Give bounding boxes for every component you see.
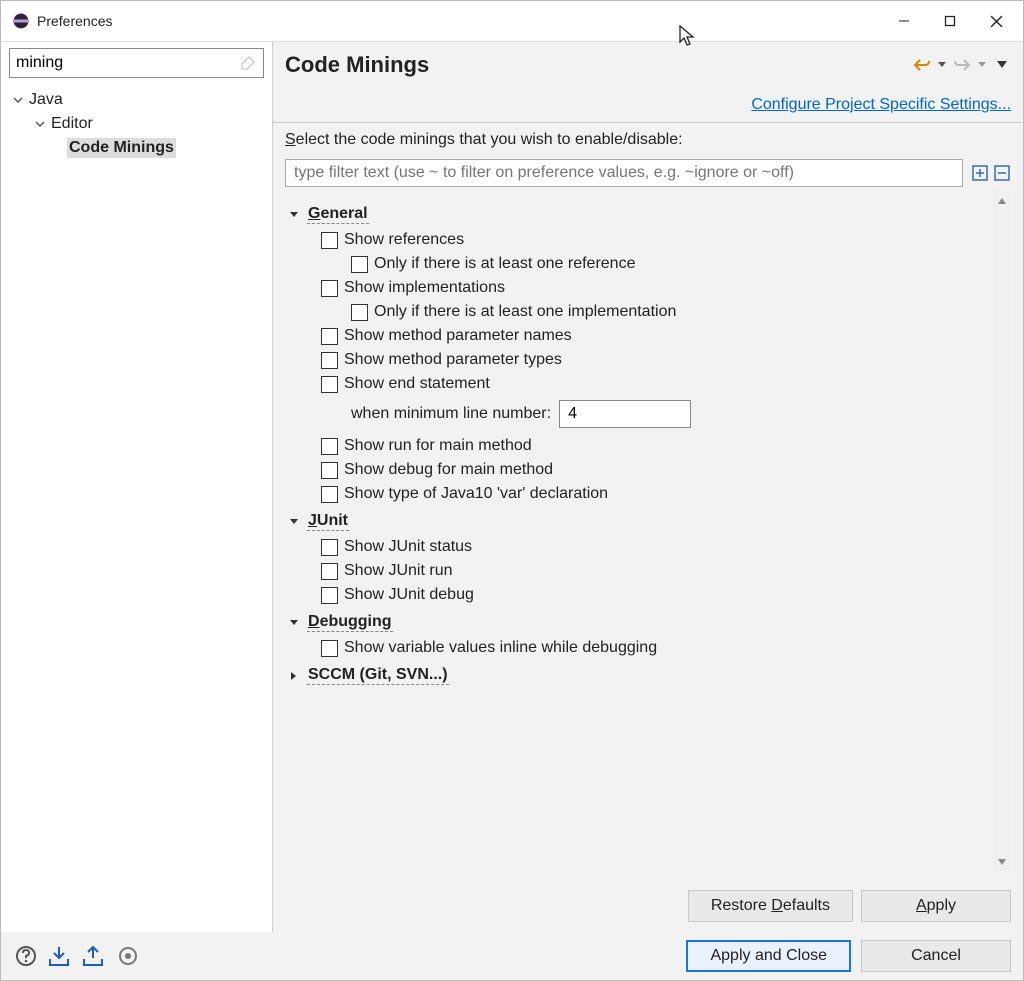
group-header-debugging[interactable]: Debugging — [285, 607, 993, 636]
checkbox-label: Show end statement — [344, 375, 490, 393]
checkbox-junit-debug[interactable] — [321, 587, 338, 604]
menu-dropdown-icon[interactable] — [993, 56, 1011, 74]
button-label: Cancel — [911, 947, 961, 965]
sidebar: Java Editor Code Minings — [1, 42, 273, 932]
preference-tree: Java Editor Code Minings — [1, 84, 272, 164]
checkbox-label: Only if there is at least one implementa… — [374, 303, 676, 321]
checkbox-junit-run[interactable] — [321, 563, 338, 580]
checkbox-label: Show JUnit run — [344, 562, 453, 580]
checkbox-inline-values[interactable] — [321, 640, 338, 657]
instruction-text: Select the code minings that you wish to… — [285, 131, 1011, 149]
checkbox-only-one-implementation[interactable] — [351, 304, 368, 321]
vertical-scrollbar[interactable] — [993, 191, 1011, 872]
checkbox-debug-main[interactable] — [321, 462, 338, 479]
checkbox-label: Show JUnit debug — [344, 586, 474, 604]
checkbox-show-implementations[interactable] — [321, 280, 338, 297]
button-label: Restore Defaults — [711, 897, 830, 915]
chevron-down-icon[interactable] — [973, 56, 991, 74]
caret-down-icon — [289, 517, 303, 527]
checkbox-label: Show implementations — [344, 279, 505, 297]
minimize-button[interactable] — [881, 5, 927, 37]
min-line-label: when minimum line number: — [351, 405, 551, 423]
chevron-down-icon[interactable] — [933, 56, 951, 74]
caret-down-icon — [289, 210, 303, 220]
checkbox-label: Show type of Java10 'var' declaration — [344, 485, 608, 503]
tree-label: Java — [27, 90, 65, 110]
import-icon[interactable] — [47, 943, 73, 969]
maximize-button[interactable] — [927, 5, 973, 37]
checkbox-java10-var[interactable] — [321, 486, 338, 503]
checkbox-label: Show run for main method — [344, 437, 532, 455]
scrollbar-thumb[interactable] — [995, 371, 1009, 692]
cancel-button[interactable]: Cancel — [861, 940, 1011, 972]
button-label: Apply and Close — [710, 947, 827, 965]
checkbox-show-references[interactable] — [321, 232, 338, 249]
app-icon — [11, 11, 31, 31]
close-button[interactable] — [973, 5, 1019, 37]
caret-right-icon — [289, 671, 303, 681]
checkbox-run-main[interactable] — [321, 438, 338, 455]
group-header-general[interactable]: General — [285, 199, 993, 228]
scroll-down-icon[interactable] — [994, 854, 1010, 870]
help-icon[interactable] — [13, 943, 39, 969]
group-label: General — [307, 205, 369, 224]
expand-all-icon[interactable] — [971, 164, 989, 182]
preference-filter-input[interactable] — [285, 159, 963, 187]
apply-close-button[interactable]: Apply and Close — [686, 940, 851, 972]
checkbox-label: Show JUnit status — [344, 538, 472, 556]
checkbox-only-one-reference[interactable] — [351, 256, 368, 273]
caret-down-icon — [289, 618, 303, 628]
scroll-up-icon[interactable] — [994, 193, 1010, 209]
checkbox-label: Show variable values inline while debugg… — [344, 639, 657, 657]
group-header-sccm[interactable]: SCCM (Git, SVN...) — [285, 660, 993, 689]
filter-clear-icon[interactable] — [240, 54, 258, 72]
window-title: Preferences — [37, 13, 112, 29]
checkbox-label: Show method parameter types — [344, 351, 562, 369]
sidebar-filter-input[interactable] — [9, 48, 264, 78]
nav-back-icon[interactable] — [913, 56, 931, 74]
tree-item-java[interactable]: Java — [5, 88, 268, 112]
checkbox-label: Show method parameter names — [344, 327, 572, 345]
apply-button[interactable]: Apply — [861, 890, 1011, 922]
group-label: SCCM (Git, SVN...) — [307, 666, 449, 685]
tree-item-code-minings[interactable]: Code Minings — [5, 136, 268, 160]
content-panel: Code Minings — [273, 42, 1023, 932]
restore-defaults-button[interactable]: Restore Defaults — [688, 890, 853, 922]
chevron-down-icon — [33, 117, 47, 131]
checkbox-param-names[interactable] — [321, 328, 338, 345]
checkbox-label: Only if there is at least one reference — [374, 255, 635, 273]
nav-forward-icon[interactable] — [953, 56, 971, 74]
tree-label: Code Minings — [67, 138, 176, 158]
group-label: JUnit — [307, 512, 349, 531]
chevron-down-icon — [11, 93, 25, 107]
min-line-input[interactable] — [559, 400, 691, 428]
checkbox-end-statement[interactable] — [321, 376, 338, 393]
group-label: Debugging — [307, 613, 393, 632]
checkbox-label: Show debug for main method — [344, 461, 553, 479]
tree-label: Editor — [49, 114, 95, 134]
oomph-icon[interactable] — [115, 943, 141, 969]
button-label: Apply — [916, 897, 956, 915]
tree-item-editor[interactable]: Editor — [5, 112, 268, 136]
export-icon[interactable] — [81, 943, 107, 969]
bottom-bar: Apply and Close Cancel — [1, 932, 1023, 980]
group-header-junit[interactable]: JUnit — [285, 506, 993, 535]
checkbox-label: Show references — [344, 231, 464, 249]
titlebar[interactable]: Preferences — [1, 1, 1023, 41]
checkbox-param-types[interactable] — [321, 352, 338, 369]
collapse-all-icon[interactable] — [993, 164, 1011, 182]
checkbox-junit-status[interactable] — [321, 539, 338, 556]
configure-project-settings-link[interactable]: Configure Project Specific Settings... — [751, 96, 1011, 113]
page-title: Code Minings — [285, 52, 429, 78]
